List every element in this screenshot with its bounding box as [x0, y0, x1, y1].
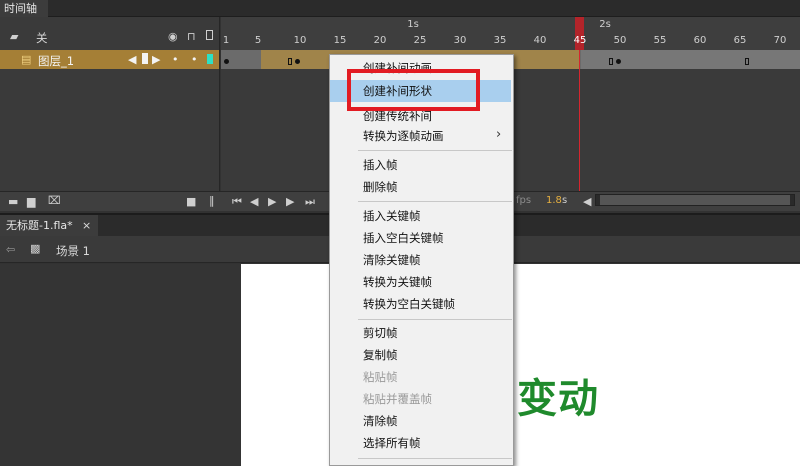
- frame-label: 50: [613, 35, 627, 46]
- frame-label: 40: [533, 35, 547, 46]
- keyframe[interactable]: [295, 59, 300, 64]
- frame-label: 1: [222, 35, 230, 46]
- fps-readout[interactable]: fps: [516, 195, 531, 206]
- eye-icon[interactable]: ◉: [168, 31, 178, 42]
- timeline-scrollbar-thumb[interactable]: [600, 195, 790, 205]
- next-frame-icon[interactable]: ▶: [286, 196, 294, 207]
- menu-item-paste-frames: 粘贴帧: [363, 370, 398, 384]
- menu-item-insert-keyframe[interactable]: 插入关键帧: [363, 208, 421, 224]
- first-frame-icon[interactable]: ⏮: [232, 196, 242, 207]
- second-mark-2s: 2s: [599, 19, 611, 30]
- back-arrow-icon[interactable]: ⇦: [6, 244, 15, 255]
- annotation-highlight-box: [347, 69, 480, 111]
- play-icon[interactable]: ▶: [268, 196, 276, 207]
- toolbar-divider-icon: ‖: [209, 194, 215, 207]
- keyframe[interactable]: [224, 59, 229, 64]
- new-layer-icon[interactable]: ▬: [8, 196, 18, 207]
- stage-text-object[interactable]: 变动: [517, 366, 599, 424]
- frame-span[interactable]: [581, 50, 800, 69]
- menu-item-paste-and-overwrite-frames: 粘贴并覆盖帧: [363, 392, 432, 406]
- frame-label: 25: [413, 35, 427, 46]
- submenu-arrow-icon: ›: [496, 127, 502, 142]
- frame-label: 55: [653, 35, 667, 46]
- menu-item-select-all-frames[interactable]: 选择所有帧: [363, 435, 421, 451]
- menu-item-copy-frames[interactable]: 复制帧: [363, 347, 398, 363]
- menu-separator: [358, 201, 512, 202]
- frame-label: 65: [733, 35, 747, 46]
- layer-row[interactable]: [0, 50, 220, 69]
- layer-type-icon: ▤: [21, 53, 32, 66]
- outline-box-icon[interactable]: [206, 30, 213, 40]
- timeline-tab[interactable]: 时间轴: [0, 0, 48, 17]
- playhead-frame-label: 45: [573, 35, 587, 46]
- playhead-line: [579, 50, 580, 191]
- menu-separator: [358, 150, 512, 151]
- scene-label[interactable]: 场景 1: [56, 243, 90, 259]
- frame-label: 60: [693, 35, 707, 46]
- menu-item-convert-to-keyframes[interactable]: 转换为关键帧: [363, 274, 432, 290]
- frame-label: 10: [293, 35, 307, 46]
- menu-item-clear-keyframe[interactable]: 清除关键帧: [363, 252, 421, 268]
- layer-lock-dot-icon[interactable]: •: [191, 54, 198, 65]
- layer-color-swatch[interactable]: [207, 54, 213, 64]
- keyframe[interactable]: [616, 59, 621, 64]
- frame-label: 15: [333, 35, 347, 46]
- new-folder-icon[interactable]: ▆: [27, 196, 35, 207]
- menu-item-insert-blank-keyframe[interactable]: 插入空白关键帧: [363, 230, 444, 246]
- frame-ruler[interactable]: 1s 2s 1 5 10 15 20 25 30 35 40 50 55 60 …: [221, 17, 800, 50]
- timeline-tab-bar: [0, 0, 800, 17]
- layer-active-icon[interactable]: [142, 53, 148, 64]
- scroll-left-icon[interactable]: ◀: [583, 196, 591, 207]
- frame-label: 70: [773, 35, 787, 46]
- frame-label: 35: [493, 35, 507, 46]
- prev-frame-icon[interactable]: ◀: [250, 196, 258, 207]
- stage[interactable]: [241, 264, 800, 466]
- menu-item-convert-frame-by-frame[interactable]: 转换为逐帧动画: [363, 128, 444, 144]
- layer-next-icon[interactable]: ▶: [152, 54, 160, 65]
- menu-item-cut-frames[interactable]: 剪切帧: [363, 325, 398, 341]
- last-frame-icon[interactable]: ⏭: [305, 196, 315, 207]
- layer-name[interactable]: 图层_1: [38, 53, 74, 69]
- span-end-marker: [745, 58, 749, 65]
- menu-item-clear-frames[interactable]: 清除帧: [363, 413, 398, 429]
- scene-clapper-icon: ▩: [30, 242, 41, 255]
- outline-icon[interactable]: ▰: [10, 31, 18, 42]
- lock-icon[interactable]: ⊓: [187, 31, 196, 42]
- span-end-marker: [609, 58, 613, 65]
- frame-label: 5: [254, 35, 262, 46]
- layer-visible-dot-icon[interactable]: •: [172, 54, 179, 65]
- menu-separator: [358, 458, 512, 459]
- frame-label: 30: [453, 35, 467, 46]
- second-mark-1s: 1s: [407, 19, 419, 30]
- frame-label: 20: [373, 35, 387, 46]
- layers-empty-area: [0, 69, 220, 191]
- menu-item-remove-frames[interactable]: 删除帧: [363, 179, 398, 195]
- layer-prev-icon[interactable]: ◀: [128, 54, 136, 65]
- outline-toggle-label[interactable]: 关: [36, 30, 48, 46]
- delete-icon[interactable]: ⌧: [48, 195, 61, 206]
- span-end-marker: [288, 58, 292, 65]
- elapsed-time-unit: s: [562, 195, 568, 206]
- menu-item-insert-frame[interactable]: 插入帧: [363, 157, 398, 173]
- context-menu: 创建补间动画 创建传统补间 转换为逐帧动画 › 插入帧 删除帧 插入关键帧 插入…: [329, 54, 514, 466]
- menu-item-convert-to-blank-keyframes[interactable]: 转换为空白关键帧: [363, 296, 455, 312]
- elapsed-time[interactable]: 1.8: [546, 195, 562, 206]
- close-icon[interactable]: ×: [82, 215, 94, 236]
- camera-icon[interactable]: ■: [186, 196, 196, 207]
- menu-separator: [358, 319, 512, 320]
